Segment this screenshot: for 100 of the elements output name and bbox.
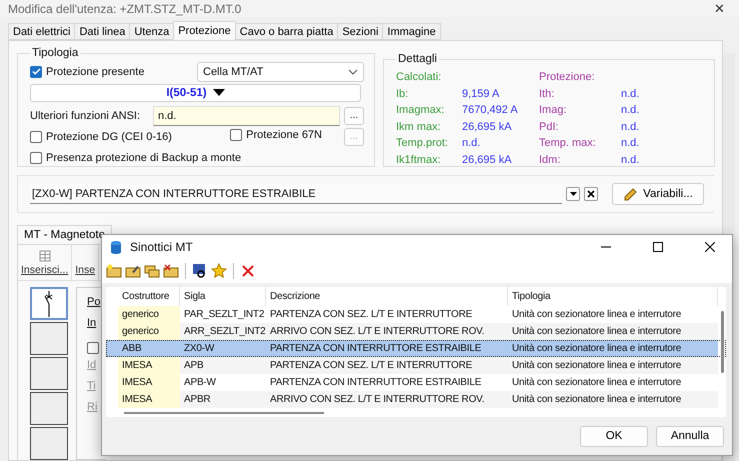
group-title: Dettagli — [397, 53, 438, 65]
field-label: Ri — [87, 401, 98, 415]
table-cell: ARRIVO CON SEZ. L/T E INTERRUTTORE ROV. — [266, 391, 508, 408]
table-cell: Unità con sezionatore linea e interrutore — [508, 340, 718, 357]
ansi-field[interactable]: n.d. — [153, 106, 340, 126]
tab[interactable]: MT - Magnetote — [17, 225, 112, 244]
toolbar-button[interactable]: Inserisci... — [18, 245, 72, 280]
table-cell-text: Unità con sezionatore linea e interrutore — [511, 376, 682, 390]
browse-button[interactable]: ... — [344, 106, 364, 124]
tab[interactable]: Sezioni — [337, 23, 384, 40]
table-cell: Unità con sezionatore linea e interrutore — [508, 391, 718, 408]
checkbox[interactable]: Presenza protezione di Backup a monte — [30, 152, 242, 164]
check-icon — [32, 67, 40, 76]
table-cell: PARTENZA CON SEZ. L/T E INTERRUTTORE — [266, 357, 508, 374]
detail-label: Temp. max: — [539, 136, 597, 151]
cell-type-dropdown[interactable]: Cella MT/AT — [197, 62, 364, 82]
minimize-icon — [601, 246, 611, 248]
tab[interactable]: Immagine — [382, 23, 441, 40]
detail-label: Imag: — [539, 103, 568, 118]
symbol-tile[interactable] — [30, 427, 68, 460]
detail-label: PdI: — [539, 120, 560, 134]
tab[interactable]: Cavo o barra piatta — [234, 23, 338, 40]
column-header[interactable]: Tipologia — [508, 287, 718, 306]
table-row[interactable]: generico ARR_SEZLT_INT2 ARRIVO CON SEZ. L/T E INTERRUTTORE ROV. Unità con sezionatore linea e interrutore — [106, 323, 726, 340]
symbol-tile[interactable] — [30, 287, 68, 320]
column-header[interactable]: Descrizione — [266, 287, 508, 306]
checkbox[interactable]: Protezione presente — [30, 66, 144, 78]
table-cell: Unità con sezionatore linea e interrutore — [508, 323, 718, 340]
detail-label: Ik1ftmax: — [396, 152, 442, 168]
table-row[interactable]: IMESA APB-W PARTENZA CON INTERRUTTORE ESTRAIBILE Unità con sezionatore linea e interrutore — [106, 374, 726, 391]
table-cell: APBR — [180, 391, 266, 408]
detail-value: 7670,492 A — [462, 103, 519, 118]
table-row[interactable]: generico PAR_SEZLT_INT2 PARTENZA CON SEZ. L/T E INTERRUTTORE Unità con sezionatore linea e interrutore — [106, 306, 726, 323]
tab[interactable]: Dati linea — [74, 23, 130, 40]
table-cell: ZX0-W — [180, 340, 266, 357]
table-cell: APB — [180, 357, 266, 374]
detail-value: 9,159 A — [462, 86, 500, 102]
detail-label: Ib: — [396, 86, 410, 102]
symbol-tile[interactable] — [30, 392, 68, 425]
table-cell: PARTENZA CON INTERRUTTORE ESTRAIBILE — [266, 340, 508, 357]
window-title: Modifica dell'utenza: +ZMT.STZ_MT-D.MT.0 — [8, 2, 242, 16]
cancel-button[interactable]: Annulla — [656, 426, 724, 446]
detail-value: n.d. — [462, 136, 482, 151]
detail-label: Idm: — [539, 152, 562, 168]
table-cell-text: PARTENZA CON INTERRUTTORE ESTRAIBILE — [269, 376, 482, 390]
grid-icon — [38, 250, 51, 262]
dropdown-button[interactable] — [566, 187, 580, 201]
ok-button[interactable]: OK — [580, 426, 648, 446]
field-label: Po — [87, 296, 102, 310]
folders-icon[interactable] — [144, 263, 160, 279]
field-label: Id — [87, 359, 98, 373]
section-heading: Protezione: — [539, 70, 596, 85]
database-icon — [110, 240, 122, 254]
detail-label: Imagmax: — [396, 103, 446, 118]
variables-button[interactable]: Variabili... — [612, 183, 704, 205]
folder-edit-icon[interactable] — [125, 263, 141, 279]
folder-delete-icon[interactable] — [163, 263, 179, 279]
star-icon[interactable] — [211, 263, 227, 279]
field-label: Ti — [87, 380, 97, 394]
table-row[interactable]: ABB ZX0-W PARTENZA CON INTERRUTTORE ESTRAIBILE Unità con sezionatore linea e interrutore — [106, 340, 726, 357]
section-heading: Calcolati: — [396, 70, 442, 85]
close-button[interactable]: ✕ — [710, 1, 729, 16]
tab[interactable]: Dati elettrici — [8, 23, 76, 40]
table-cell: IMESA — [118, 391, 180, 408]
close-icon — [705, 242, 715, 252]
new-folder-icon[interactable] — [106, 263, 122, 279]
close-icon — [587, 190, 595, 198]
symbol-tile[interactable] — [30, 322, 68, 355]
maximize-icon — [653, 242, 663, 252]
group-title: Tipologia — [31, 47, 80, 59]
detail-value: 26,695 kA — [462, 152, 513, 168]
table-row[interactable]: IMESA APB PARTENZA CON SEZ. L/T E INTERRUTTORE Unità con sezionatore linea e interrutore — [106, 357, 726, 374]
pencil-icon — [623, 187, 640, 201]
tab[interactable]: Protezione — [173, 21, 236, 40]
toolbar-button[interactable]: Inse — [72, 245, 100, 280]
dialog-title: Sinottici MT — [130, 240, 194, 254]
column-header[interactable]: Sigla — [180, 287, 266, 306]
checkbox[interactable]: Protezione DG (CEI 0-16) — [30, 130, 172, 142]
detail-value: n.d. — [621, 120, 640, 134]
delete-icon[interactable] — [240, 263, 256, 279]
tab[interactable]: Utenza — [129, 23, 174, 40]
table-cell-text: Unità con sezionatore linea e interrutore — [511, 308, 682, 322]
detail-value: n.d. — [621, 136, 640, 151]
table-cell: generico — [118, 323, 180, 340]
table-row[interactable]: IMESA APBR ARRIVO CON SEZ. L/T E INTERRUTTORE ROV. Unità con sezionatore linea e interrutore — [106, 391, 726, 408]
field-label: Ulteriori funzioni ANSI: — [30, 110, 140, 122]
triangle-down-icon — [212, 89, 225, 96]
detail-label: Ith: — [539, 86, 556, 102]
function-selector[interactable]: I(50-51) — [30, 84, 361, 102]
table-cell: ARR_SEZLT_INT2 — [180, 323, 266, 340]
table-cell: IMESA — [118, 357, 180, 374]
table-cell: Unità con sezionatore linea e interrutore — [508, 357, 718, 374]
checkbox[interactable] — [87, 342, 99, 354]
detail-label: Temp.prot: — [396, 136, 449, 151]
clear-button[interactable] — [584, 187, 598, 201]
detail-label: Ikm max: — [396, 120, 442, 134]
detail-value: n.d. — [621, 152, 640, 168]
table-cell-text: PARTENZA CON SEZ. L/T E INTERRUTTORE — [269, 308, 474, 322]
table-cell: ABB — [118, 340, 180, 357]
symbol-tile[interactable] — [30, 357, 68, 390]
